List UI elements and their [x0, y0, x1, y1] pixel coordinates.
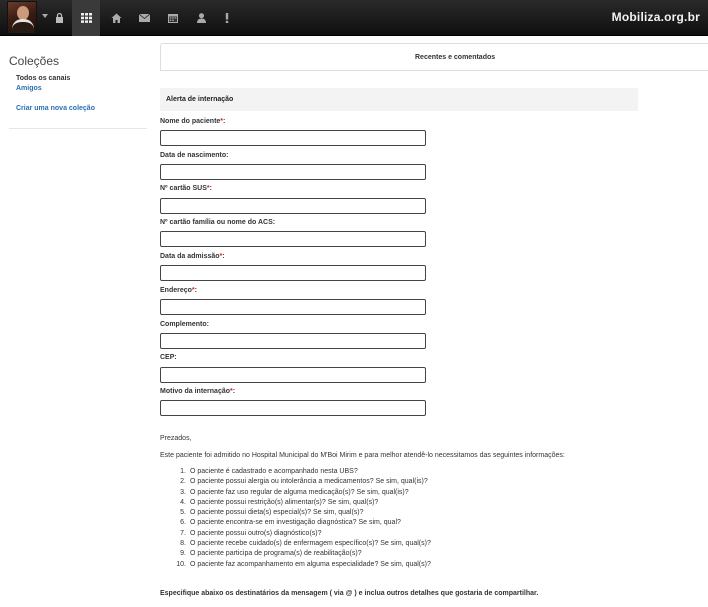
calendar-icon[interactable] [159, 0, 187, 36]
sus-card-label: Nº cartão SUS*: [160, 185, 212, 192]
sidebar-divider [9, 128, 147, 129]
list-item: 1. O paciente é cadastrado e acompanhado … [180, 468, 358, 475]
create-collection-link[interactable]: Criar uma nova coleção [16, 105, 147, 112]
sus-card-input[interactable] [160, 198, 426, 214]
tab-label: Recentes e comentados [415, 54, 496, 61]
admission-reason-input[interactable] [160, 400, 426, 416]
brand-logo[interactable]: Mobiliza.org.br [612, 10, 700, 24]
list-item: 9. O paciente participa de programa(s) de… [180, 550, 362, 558]
complement-label: Complemento: [160, 321, 210, 328]
list-item: 6. O paciente encontra-se em investigação… [180, 519, 401, 527]
user-icon[interactable] [187, 0, 215, 36]
cep-label: CEP: [160, 354, 177, 361]
form-header: Alerta de internação [160, 88, 638, 111]
mail-icon[interactable] [130, 0, 158, 36]
tab-recent-commented[interactable]: Recentes e comentados [160, 43, 708, 71]
address-label: Endereço*: [160, 287, 197, 294]
admission-date-input[interactable] [160, 265, 426, 281]
recipients-instruction: Especifique abaixo os destinatários da m… [160, 590, 539, 597]
complement-input[interactable] [160, 333, 426, 349]
home-icon[interactable] [102, 0, 130, 36]
list-item: 3. O paciente faz uso regular de alguma m… [180, 488, 409, 496]
list-item: 2. O paciente possui alergia ou intolerân… [180, 478, 428, 486]
list-item: 7. O paciente possui outro(s) diagnóstico… [180, 529, 322, 537]
cep-input[interactable] [160, 367, 426, 383]
patient-name-input[interactable] [160, 130, 426, 146]
sidebar-item-friends[interactable]: Amigos [16, 85, 147, 92]
list-item: 10. O paciente faz acompanhamento em algu… [176, 560, 431, 568]
sidebar-item-all-channels[interactable]: Todos os canais [16, 75, 147, 82]
grid-icon[interactable] [72, 0, 100, 36]
admission-date-label: Data da admissão*: [160, 253, 225, 260]
sidebar-title: Coleções [9, 54, 60, 68]
address-input[interactable] [160, 299, 426, 315]
list-item: 5. O paciente possui dieta(s) especial(s)… [180, 509, 364, 517]
form-title: Alerta de internação [166, 96, 234, 103]
collections-sidebar: Coleções Todos os canais Amigos Criar um… [9, 54, 147, 129]
birth-date-label: Data de nascimento: [160, 152, 229, 159]
intro-text: Este paciente foi admitido no Hospital M… [160, 452, 565, 459]
family-card-input[interactable] [160, 231, 426, 247]
alert-icon[interactable] [213, 0, 241, 36]
family-card-label: Nº cartão família ou nome do ACS: [160, 219, 276, 226]
top-navbar: Mobiliza.org.br [0, 0, 708, 36]
lock-icon[interactable] [45, 0, 73, 36]
birth-date-input[interactable] [160, 164, 426, 180]
greeting-text: Prezados, [160, 435, 192, 442]
list-item: 8. O paciente recebe cuidado(s) de enferm… [180, 540, 431, 548]
admission-reason-label: Motivo da internação*: [160, 388, 236, 395]
list-item: 4. O paciente possui restrição(s) aliment… [180, 498, 379, 506]
avatar[interactable] [7, 1, 37, 34]
patient-name-label: Nome do paciente*: [160, 118, 226, 125]
questions-list: 1. O paciente é cadastrado e acompanhado … [174, 467, 431, 570]
